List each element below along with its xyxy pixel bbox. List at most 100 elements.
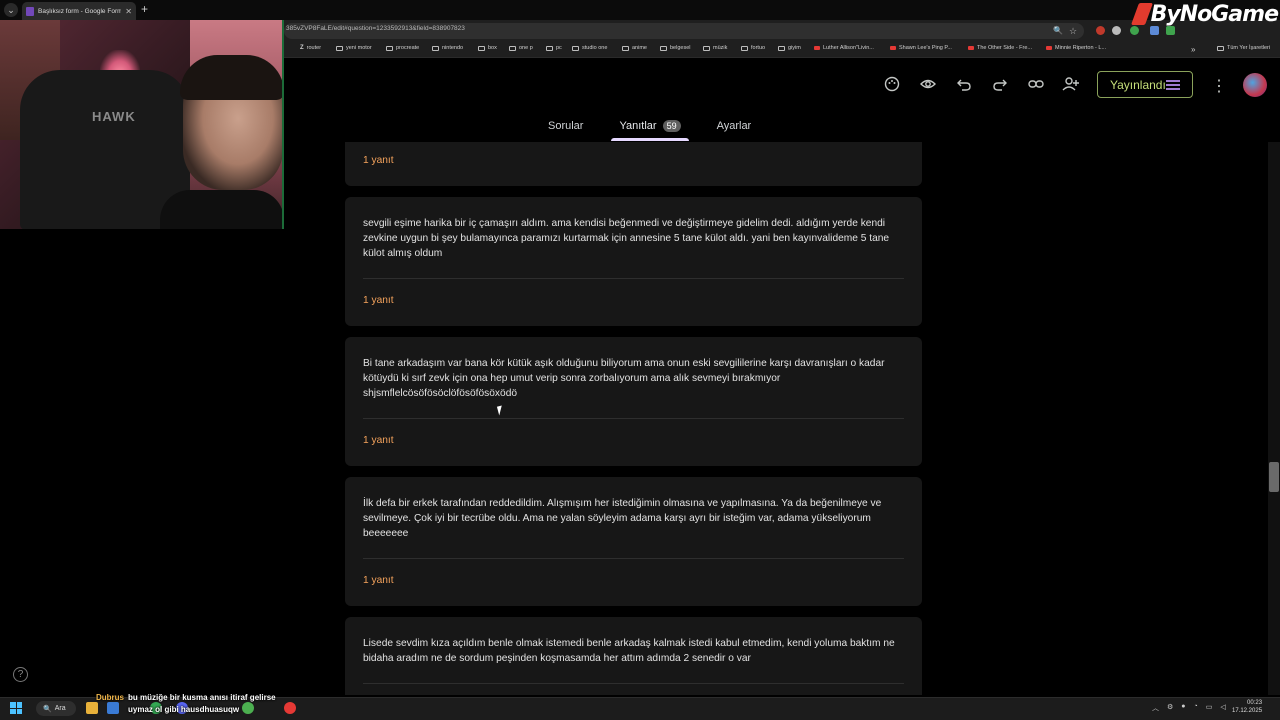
bookmark-label: yeni motor [346, 45, 372, 51]
extension-icon[interactable] [1112, 26, 1121, 35]
response-card: Bi tane arkadaşım var bana kör kütük aşı… [345, 337, 922, 466]
bookmark-label: Shawn Lee's Ping P... [899, 45, 952, 51]
search-label: Ara [54, 705, 66, 712]
bookmark-label: Luther Allison"Livin... [823, 45, 874, 51]
forms-tabs: Sorular Yanıtlar 59 Ayarlar [540, 117, 759, 141]
zoom-icon[interactable]: 🔍 [1053, 26, 1063, 35]
browser-tab[interactable]: Başlıksız form - Google Formlar ✕ [22, 2, 136, 20]
tab-label: Sorular [548, 120, 584, 132]
all-bookmarks[interactable]: Tüm Yer İşaretleri [1217, 45, 1270, 51]
bookmark-item[interactable]: Zrouter [300, 45, 321, 51]
windows-start-icon[interactable] [10, 702, 22, 714]
folder-icon [336, 45, 343, 51]
chevron-up-icon[interactable]: ︿ [1152, 703, 1159, 713]
tab-questions[interactable]: Sorular [540, 117, 591, 135]
tab-title: Başlıksız form - Google Formlar [38, 7, 122, 15]
response-card: 1 yanıt [345, 142, 922, 186]
tab-responses[interactable]: Yanıtlar 59 [611, 117, 689, 141]
taskbar-search[interactable]: 🔍 Ara [36, 701, 76, 716]
scrollbar-thumb[interactable] [1269, 462, 1279, 492]
streamer-logo: ByNoGame [1130, 0, 1279, 28]
folder-icon [741, 45, 748, 51]
response-text: Bi tane arkadaşım var bana kör kütük aşı… [363, 358, 885, 399]
screen: ⌄ Başlıksız form - Google Formlar ✕ + 38… [0, 0, 1280, 720]
help-icon[interactable]: ? [13, 667, 28, 682]
close-icon[interactable]: ✕ [125, 7, 132, 16]
bookmark-label: procreate [396, 45, 420, 51]
file-explorer-icon[interactable] [86, 702, 98, 714]
folder-icon [386, 45, 393, 51]
response-count: 1 yanıt [363, 575, 394, 586]
card-divider [363, 278, 904, 279]
youtube-icon [968, 46, 974, 50]
folder-icon [1217, 45, 1224, 51]
bookmark-folder[interactable]: box [478, 45, 497, 51]
folder-icon [778, 45, 785, 51]
clock-date: 17.12.2025 [1232, 708, 1263, 714]
bookmark-folder[interactable]: belgesel [660, 45, 691, 51]
more-vert-icon[interactable]: ⋮ [1211, 76, 1227, 96]
publish-label: Yayınlandı [1110, 77, 1166, 92]
bookmark-item[interactable]: Luther Allison"Livin... [814, 45, 874, 51]
clock-time: 00:23 [1247, 700, 1263, 706]
tab-list-icon[interactable]: ⌄ [4, 3, 18, 17]
bookmark-label: Minnie Riperton - L... [1055, 45, 1107, 51]
bookmark-item[interactable]: The Other Side - Fre... [968, 45, 1032, 51]
bookmark-folder[interactable]: giyim [778, 45, 801, 51]
chat-text: bu müziğe bir kusma anısı itiraf gelirse [128, 693, 276, 702]
publish-button[interactable]: Yayınlandı [1097, 71, 1193, 98]
preview-eye-icon[interactable] [919, 76, 937, 94]
bookmark-folder[interactable]: müzik [703, 45, 727, 51]
tab-settings[interactable]: Ayarlar [709, 117, 760, 135]
bookmark-folder[interactable]: fortuo [741, 45, 765, 51]
volume-icon[interactable]: ◁ [1220, 703, 1225, 713]
responses-list[interactable]: 1 yanıt sevgili eşime harika bir iç çama… [284, 142, 1268, 695]
bookmarks-overflow-icon[interactable]: » [1191, 45, 1195, 54]
folder-icon [509, 45, 516, 51]
bookmark-folder[interactable]: anime [622, 45, 647, 51]
bookmark-folder[interactable]: pc [546, 45, 562, 51]
mic-icon[interactable]: ● [1181, 703, 1185, 713]
add-collaborator-icon[interactable] [1062, 76, 1080, 94]
wifi-icon[interactable]: ◔ [1194, 703, 1198, 713]
bookmark-item[interactable]: Minnie Riperton - L... [1046, 45, 1106, 51]
webcam-overlay: HAWK [0, 20, 284, 229]
bookmark-label: Tüm Yer İşaretleri [1227, 45, 1271, 51]
response-count: 1 yanıt [363, 435, 394, 446]
star-icon[interactable]: ☆ [1069, 26, 1078, 36]
youtube-icon [814, 46, 820, 50]
clock[interactable]: 00:23 17.12.2025 [1232, 699, 1262, 715]
folder-icon [572, 45, 579, 51]
system-tray: ︿ ⚙ ● ◔ ▭ ◁ [1152, 703, 1226, 713]
forms-favicon-icon [26, 6, 34, 16]
taskbar-app-icon[interactable] [242, 702, 254, 714]
taskbar-app-icon[interactable] [107, 702, 119, 714]
link-icon[interactable] [1027, 76, 1045, 94]
response-text: Lisede sevdim kıza açıldım benle olmak i… [363, 638, 895, 664]
undo-icon[interactable] [955, 76, 973, 94]
bookmark-folder[interactable]: nintendo [432, 45, 463, 51]
folder-icon [546, 45, 553, 51]
extension-icon[interactable] [1096, 26, 1105, 35]
scrollbar[interactable] [1268, 142, 1280, 695]
bookmark-item[interactable]: Shawn Lee's Ping P... [890, 45, 952, 51]
redo-icon[interactable] [991, 76, 1009, 94]
bookmark-folder[interactable]: yeni motor [336, 45, 372, 51]
response-card: sevgili eşime harika bir iç çamaşırı ald… [345, 197, 922, 326]
bookmark-folder[interactable]: one p [509, 45, 533, 51]
webcam-person-hair [180, 55, 282, 100]
new-tab-icon[interactable]: + [141, 2, 148, 16]
card-divider [363, 558, 904, 559]
bookmark-label: router [306, 45, 322, 51]
bookmark-folder[interactable]: studio one [572, 45, 607, 51]
display-icon[interactable]: ▭ [1206, 703, 1213, 713]
taskbar-app-icon[interactable] [284, 702, 296, 714]
webcam-person-body [160, 190, 282, 229]
bookmark-label: pc [556, 45, 562, 51]
palette-icon[interactable] [883, 76, 901, 94]
response-count: 1 yanıt [363, 295, 394, 306]
tab-label: Yanıtlar [619, 120, 657, 132]
bookmark-folder[interactable]: procreate [386, 45, 419, 51]
avatar[interactable] [1243, 73, 1267, 97]
network-icon[interactable]: ⚙ [1167, 703, 1173, 713]
